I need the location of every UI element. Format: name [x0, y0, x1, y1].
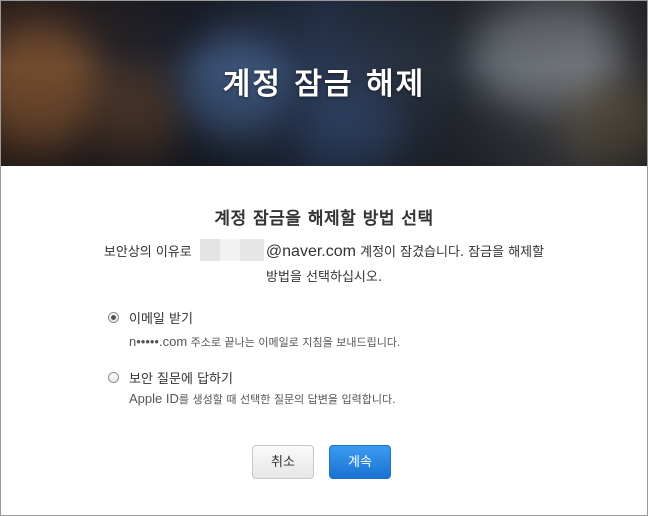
masked-email: n•••••.com — [129, 334, 188, 349]
email-domain: @naver.com — [265, 243, 356, 260]
continue-button[interactable]: 계속 — [329, 445, 391, 479]
description-suffix: 계정이 잠겼습니다. 잠금을 해제할 — [360, 245, 545, 260]
option-security-question[interactable]: 보안 질문에 답하기 — [108, 368, 233, 387]
apple-id-text: Apple ID — [129, 391, 179, 406]
option-security-question-detail-text: 를 생성할 때 선택한 질문의 답변을 입력합니다. — [178, 393, 396, 406]
radio-email[interactable] — [108, 312, 119, 323]
option-security-question-detail: Apple ID를 생성할 때 선택한 질문의 답변을 입력합니다. — [129, 391, 396, 407]
page-title: 계정 잠금 해제 — [222, 67, 426, 102]
option-email[interactable]: 이메일 받기 — [108, 308, 193, 327]
redacted-email-user — [199, 239, 264, 261]
option-email-detail: n•••••.com 주소로 끝나는 이메일로 지침을 보내드립니다. — [129, 334, 400, 350]
radio-security-question[interactable] — [108, 372, 119, 383]
cancel-button[interactable]: 취소 — [252, 445, 314, 479]
description-prefix: 보안상의 이유로 — [103, 245, 192, 260]
section-heading: 계정 잠금을 해제할 방법 선택 — [214, 209, 434, 229]
description-line-1: 보안상의 이유로 @naver.com 계정이 잠겼습니다. 잠금을 해제할 — [1, 239, 647, 261]
option-security-question-label: 보안 질문에 답하기 — [129, 372, 233, 387]
unlock-account-dialog: 계정 잠금 해제 계정 잠금을 해제할 방법 선택 보안상의 이유로 @nave… — [0, 0, 648, 516]
option-email-detail-text: 주소로 끝나는 이메일로 지침을 보내드립니다. — [190, 336, 401, 349]
hero-banner: 계정 잠금 해제 — [1, 1, 647, 166]
option-email-label: 이메일 받기 — [129, 312, 193, 327]
description-line-2: 방법을 선택하십시오. — [266, 270, 382, 285]
